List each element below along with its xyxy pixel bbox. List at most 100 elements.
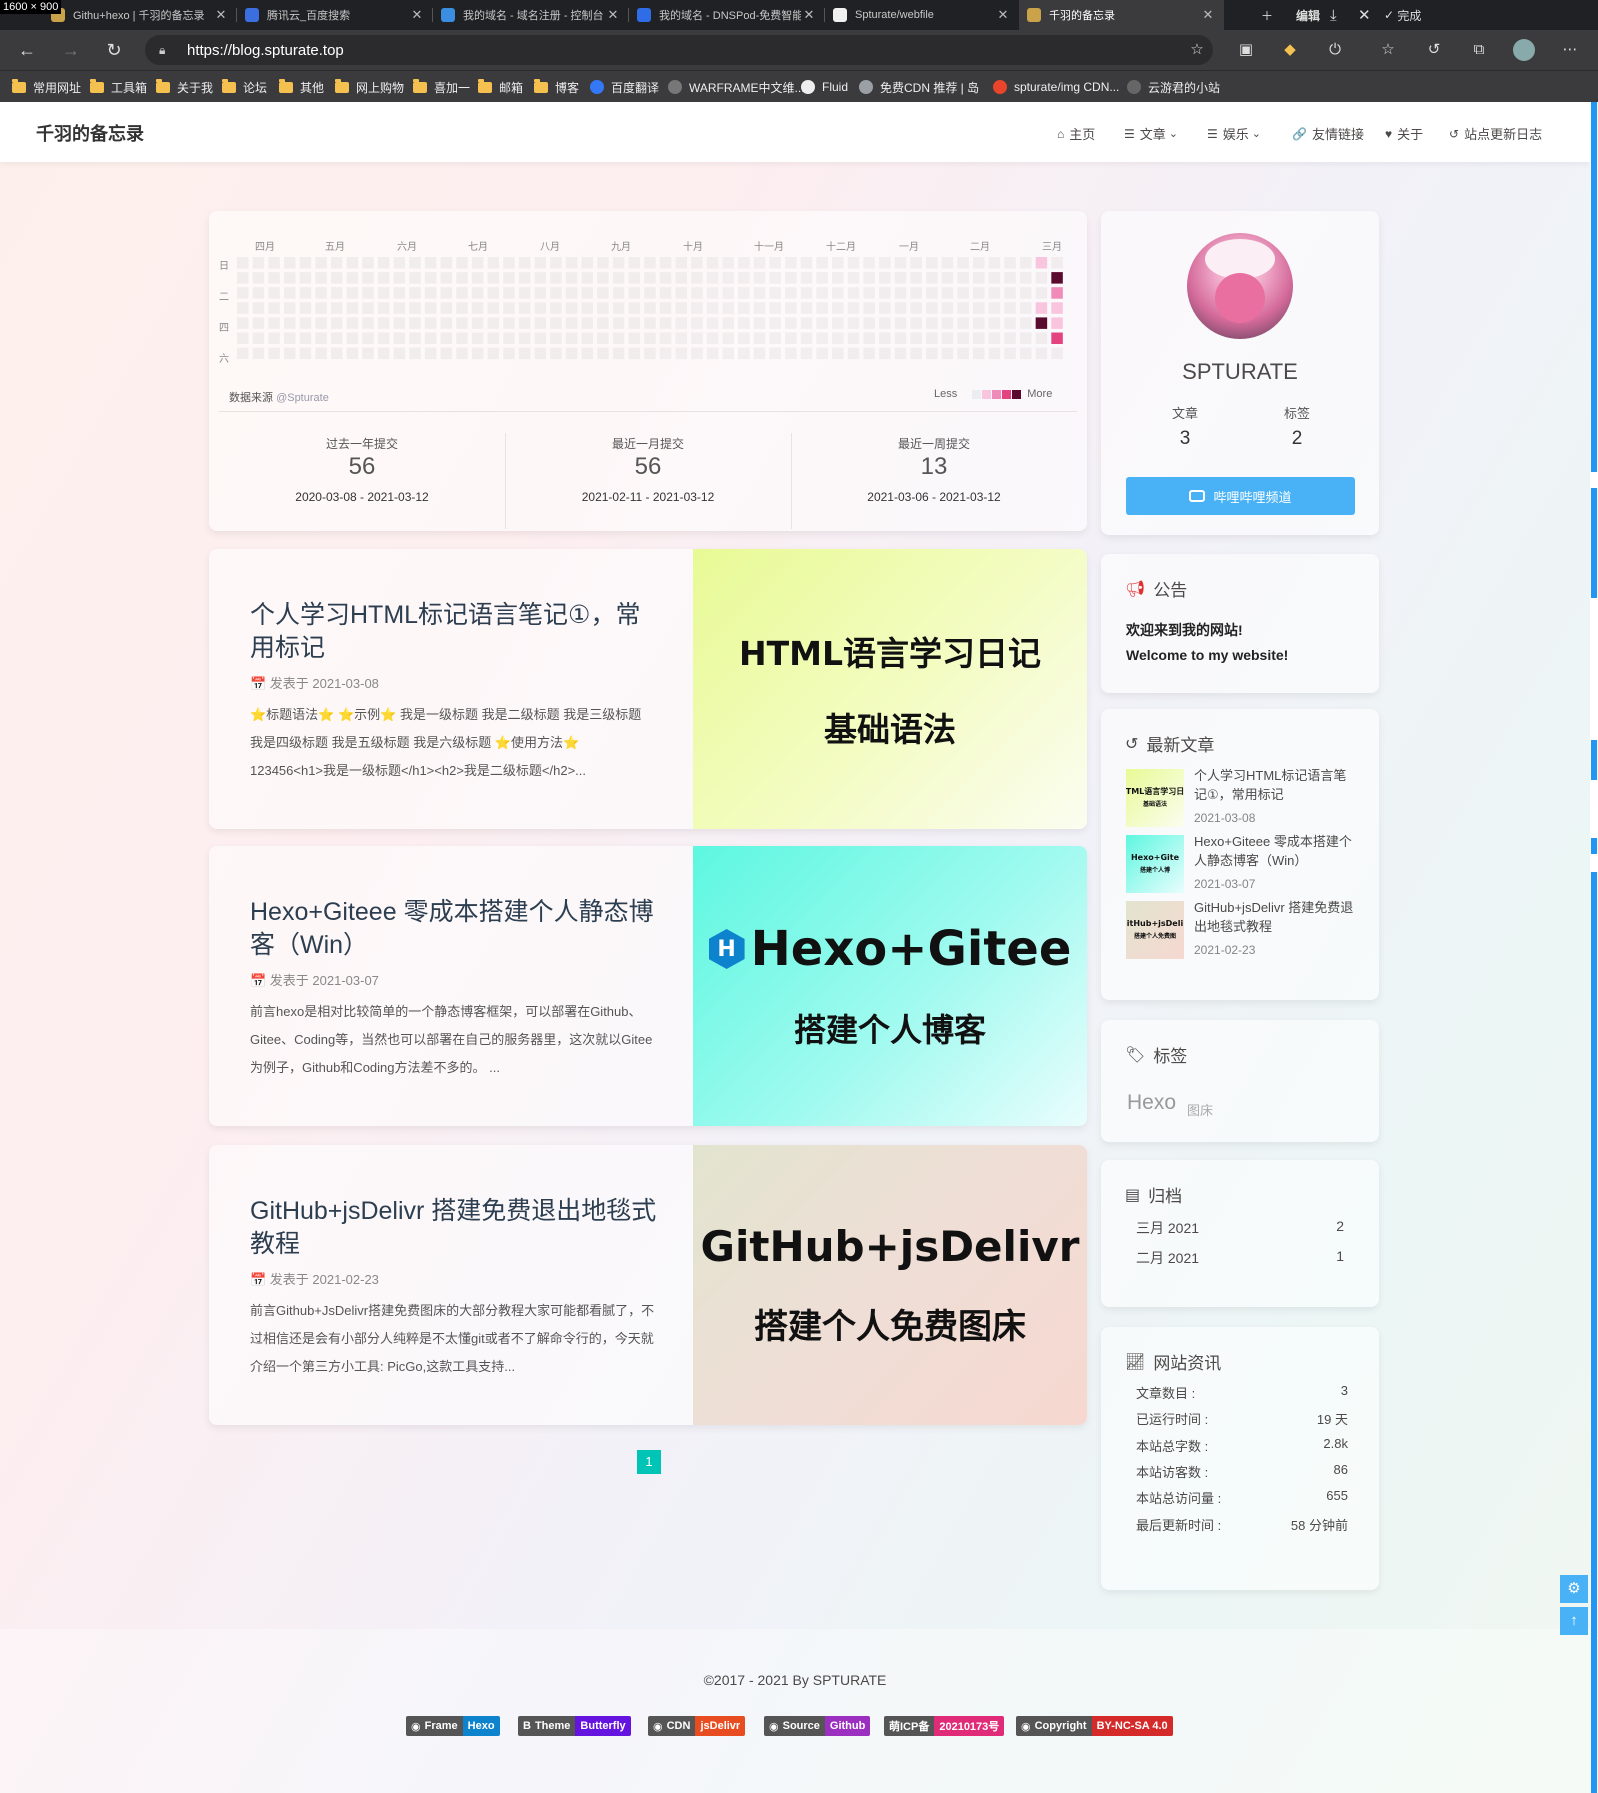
recent-post-item[interactable]: TML语言学习日 基础语法 个人学习HTML标记语言笔记①，常用标记 2021-03-… xyxy=(1126,766,1358,829)
nav-item[interactable]: ↺ 站点更新日志 xyxy=(1449,124,1542,143)
commit-stat-label: 过去一年提交 xyxy=(325,437,398,451)
post-title[interactable]: Hexo+Giteee 零成本搭建个人静态博客（Win） xyxy=(250,896,660,962)
pagination-current[interactable]: 1 xyxy=(637,1450,661,1474)
back-to-top-icon[interactable]: ↑ xyxy=(1560,1607,1588,1635)
post-card[interactable]: Hexo+Giteee 零成本搭建个人静态博客（Win） 📅 发表于 2021-0… xyxy=(209,846,1087,1126)
recent-post-thumbnail[interactable]: Hexo+Gite 搭建个人博 xyxy=(1126,835,1184,893)
tag-link[interactable]: 图床 xyxy=(1187,1100,1213,1119)
bookmark-folder[interactable]: 博客 xyxy=(534,71,579,103)
bookmark-folder[interactable]: 其他 xyxy=(279,71,324,103)
bookmark-folder[interactable]: 网上购物 xyxy=(335,71,404,103)
back-icon[interactable]: ← xyxy=(16,39,38,61)
close-icon[interactable]: ✕ xyxy=(1358,0,1371,30)
tags-stat[interactable]: 标签 2 xyxy=(1267,403,1327,450)
edit-button[interactable]: 编辑 xyxy=(1296,0,1320,30)
browser-tab[interactable]: 我的域名 - DNSPod-免费智能 ✕ xyxy=(629,0,825,30)
bookmark-folder[interactable]: 喜加一 xyxy=(413,71,470,103)
calendar-day-cell xyxy=(800,302,813,314)
bookmark-link[interactable]: WARFRAME中文维... xyxy=(668,71,805,103)
collections-icon[interactable]: ⧉ xyxy=(1469,40,1489,60)
url-field[interactable]: 🔒︎ https://blog.spturate.top ☆ xyxy=(145,35,1213,65)
browser-tab[interactable]: 千羽的备忘录 ✕ xyxy=(1019,0,1224,30)
tab-close-icon[interactable]: ✕ xyxy=(213,7,229,23)
favorites-icon[interactable]: ☆ xyxy=(1378,40,1398,60)
profile-avatar[interactable] xyxy=(1513,39,1535,61)
extension-icon[interactable]: ▣ xyxy=(1236,40,1256,60)
calendar-day-cell xyxy=(471,317,484,329)
post-card[interactable]: GitHub+jsDelivr 搭建免费退出地毯式教程 📅 发表于 2021-02… xyxy=(209,1145,1087,1425)
post-title[interactable]: 个人学习HTML标记语言笔记①，常用标记 xyxy=(250,599,660,665)
extension-download-icon[interactable]: ◆ xyxy=(1280,40,1300,60)
new-tab-button[interactable]: ＋ xyxy=(1261,0,1273,30)
post-cover-image[interactable]: GitHub+jsDelivr 搭建个人免费图床 xyxy=(693,1145,1087,1425)
archive-item[interactable]: 三月 2021 2 xyxy=(1136,1218,1344,1238)
site-name[interactable]: 千羽的备忘录 xyxy=(36,120,144,146)
recent-post-thumbnail[interactable]: itHub+jsDeli 搭建个人免费图 xyxy=(1126,901,1184,959)
footer-badge[interactable]: ◉ Copyright BY-NC-SA 4.0 xyxy=(1016,1716,1173,1736)
forward-icon[interactable]: → xyxy=(60,39,82,61)
recent-post-title[interactable]: 个人学习HTML标记语言笔记①，常用标记 xyxy=(1194,766,1354,804)
power-icon[interactable]: ⏻ xyxy=(1325,40,1345,60)
calendar-day-cell xyxy=(769,287,781,299)
post-cover-image[interactable]: HTML语言学习日记 基础语法 xyxy=(693,549,1087,829)
articles-stat[interactable]: 文章 3 xyxy=(1155,403,1215,450)
bookmark-folder[interactable]: 工具箱 xyxy=(90,71,147,103)
calendar-day-cell xyxy=(628,257,640,269)
recent-post-item[interactable]: itHub+jsDeli 搭建个人免费图 GitHub+jsDelivr 搭建免费退… xyxy=(1126,898,1358,961)
calendar-source-handle[interactable]: @Spturate xyxy=(276,392,329,404)
site-info-value: 19 天 xyxy=(1316,1412,1348,1428)
history-icon[interactable]: ↺ xyxy=(1424,40,1444,60)
post-title[interactable]: GitHub+jsDelivr 搭建免费退出地毯式教程 xyxy=(250,1195,660,1261)
bookmark-link[interactable]: 云游君的小站 xyxy=(1127,71,1220,103)
scrollbar-marker xyxy=(1591,488,1597,598)
recent-post-title[interactable]: GitHub+jsDelivr 搭建免费退出地毯式教程 xyxy=(1194,898,1354,936)
post-cover-image[interactable]: H Hexo+Gitee 搭建个人博客 xyxy=(693,846,1087,1126)
recent-post-thumbnail[interactable]: TML语言学习日 基础语法 xyxy=(1126,769,1184,827)
footer-badge[interactable]: B Theme Butterfly xyxy=(518,1716,631,1736)
browser-tab[interactable]: 我的域名 - 域名注册 - 控制台 ✕ xyxy=(433,0,629,30)
nav-item[interactable]: ⌂ 主页 xyxy=(1057,124,1095,143)
tab-close-icon[interactable]: ✕ xyxy=(801,7,817,23)
more-icon[interactable]: ⋯ xyxy=(1560,40,1580,60)
calendar-day-cell xyxy=(675,302,687,314)
download-icon[interactable]: ⤓ xyxy=(1330,0,1337,30)
footer-badge[interactable]: ◉ CDN jsDelivr xyxy=(648,1716,746,1736)
recent-post-title[interactable]: Hexo+Giteee 零成本搭建个人静态博客（Win） xyxy=(1194,832,1354,870)
tab-close-icon[interactable]: ✕ xyxy=(995,7,1011,23)
nav-item[interactable]: ☰ 文章 ⌄ xyxy=(1124,124,1178,143)
bilibili-channel-button[interactable]: 哔哩哔哩频道 xyxy=(1126,477,1355,515)
browser-tab[interactable]: Githu+hexo | 千羽的备忘录 ✕ xyxy=(43,0,237,30)
nav-item[interactable]: 🔗 友情链接 xyxy=(1292,124,1364,143)
footer-badge[interactable]: ◉ Frame Hexo xyxy=(406,1716,500,1736)
tab-close-icon[interactable]: ✕ xyxy=(605,7,621,23)
settings-gear-icon[interactable]: ⚙ xyxy=(1560,1575,1588,1603)
post-card[interactable]: 个人学习HTML标记语言笔记①，常用标记 📅 发表于 2021-03-08 ⭐标题语… xyxy=(209,549,1087,829)
done-button[interactable]: ✓ 完成 xyxy=(1384,0,1421,30)
calendar-day-cell xyxy=(722,287,734,299)
footer-badge[interactable]: 萌ICP备 20210173号 xyxy=(884,1716,1005,1736)
bookmark-link[interactable]: Fluid xyxy=(801,71,848,103)
browser-tab[interactable]: 腾讯云_百度搜索 ✕ xyxy=(237,0,433,30)
tab-close-icon[interactable]: ✕ xyxy=(409,7,425,23)
bookmark-link[interactable]: 免费CDN 推荐 | 岛 xyxy=(859,71,979,103)
bookmark-folder[interactable]: 论坛 xyxy=(222,71,267,103)
favorite-add-icon[interactable]: ☆ xyxy=(1187,40,1207,60)
bookmark-link[interactable]: spturate/img CDN... xyxy=(993,71,1119,103)
footer-badge[interactable]: ◉ Source Github xyxy=(764,1716,871,1736)
calendar-day-cell xyxy=(628,272,640,284)
calendar-day-cell xyxy=(1004,272,1016,284)
bookmark-folder[interactable]: 常用网址 xyxy=(12,71,81,103)
nav-item[interactable]: ♥ 关于 xyxy=(1385,124,1423,143)
tag-link[interactable]: Hexo xyxy=(1127,1091,1176,1115)
recent-post-item[interactable]: Hexo+Gite 搭建个人博 Hexo+Giteee 零成本搭建个人静态博客（Wi… xyxy=(1126,832,1358,895)
archive-item[interactable]: 二月 2021 1 xyxy=(1136,1248,1344,1268)
nav-item[interactable]: ☰ 娱乐 ⌄ xyxy=(1207,124,1261,143)
bookmark-link[interactable]: 百度翻译 xyxy=(590,71,659,103)
tab-close-icon[interactable]: ✕ xyxy=(1200,7,1216,23)
browser-tab[interactable]: Spturate/webfile ✕ xyxy=(825,0,1019,30)
calendar-day-cell xyxy=(299,332,312,344)
bookmark-folder[interactable]: 关于我 xyxy=(156,71,213,103)
scrollbar-thumb[interactable] xyxy=(1591,102,1597,472)
reload-icon[interactable]: ↻ xyxy=(103,39,125,61)
bookmark-folder[interactable]: 邮箱 xyxy=(478,71,523,103)
